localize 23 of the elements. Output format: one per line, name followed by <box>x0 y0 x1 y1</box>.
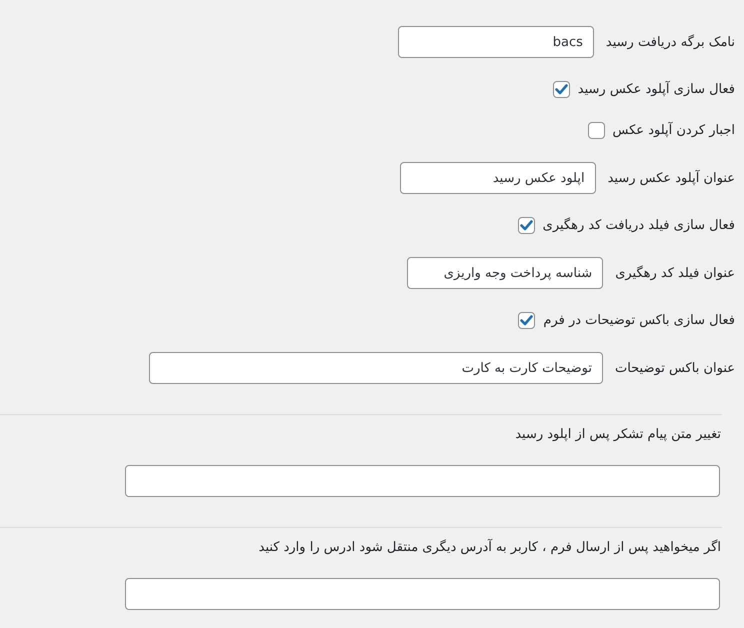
text-field[interactable]: توضیحات کارت به کارت <box>148 352 603 384</box>
check-icon <box>520 220 533 231</box>
field-label: عنوان باکس توضیحات <box>614 360 735 376</box>
field-label: عنوان فیلد کد رهگیری <box>615 264 735 282</box>
checkbox[interactable] <box>518 217 535 234</box>
checkbox[interactable] <box>588 122 605 139</box>
check-icon <box>520 315 534 326</box>
text-field[interactable]: bacs <box>398 26 594 58</box>
checkbox-label: اجبار کردن آپلود عکس <box>612 122 735 139</box>
field-label: نامک برگه دریافت رسید <box>606 34 735 50</box>
checkbox-label: فعال سازی باکس توضیحات در فرم <box>543 312 735 329</box>
checkbox[interactable] <box>552 81 570 98</box>
checkbox-label: فعال سازی فیلد دریافت کد رهگیری <box>542 217 735 234</box>
checkbox[interactable] <box>518 312 536 329</box>
field-label: اگر میخواهید پس از ارسال فرم ، کاربر به آدرس دیگری منتقل شود ادرس را وارد کنید <box>258 539 721 556</box>
text-field[interactable] <box>125 465 720 497</box>
text-field[interactable]: اپلود عکس رسید <box>400 162 596 194</box>
text-field[interactable]: شناسه پرداخت وجه واریزی <box>407 257 604 289</box>
field-label: عنوان آپلود عکس رسید <box>608 170 735 186</box>
checkbox-label: فعال سازی آپلود عکس رسید <box>578 81 735 98</box>
field-label: تغییر متن پیام تشکر پس از اپلود رسید <box>515 426 721 443</box>
text-field[interactable] <box>125 578 720 610</box>
check-icon <box>554 84 568 95</box>
